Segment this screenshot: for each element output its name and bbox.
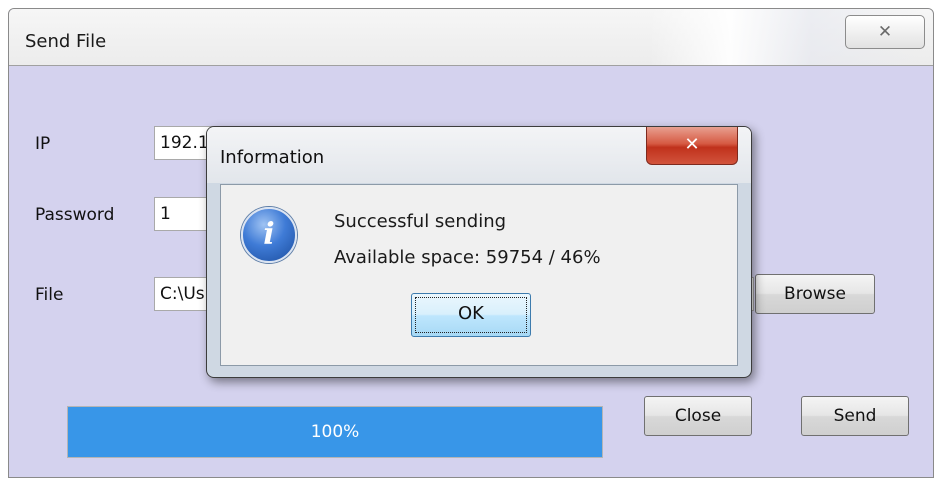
dialog-title: Information (220, 147, 325, 168)
window-title: Send File (25, 31, 107, 52)
dialog-title-bar[interactable]: Information ✕ (207, 127, 751, 183)
progress-bar: 100% (67, 406, 603, 458)
ok-focus-ring (415, 297, 527, 333)
password-label: Password (35, 205, 115, 225)
window-close-button[interactable]: ✕ (845, 15, 925, 49)
dialog-message-line2: Available space: 59754 / 46% (334, 247, 601, 268)
dialog-message-line1: Successful sending (334, 211, 507, 232)
information-dialog: Information ✕ i Successful sending Avail… (206, 126, 752, 378)
file-label: File (35, 285, 64, 305)
dialog-close-button[interactable]: ✕ (646, 127, 738, 165)
dialog-body: i Successful sending Available space: 59… (220, 184, 738, 366)
browse-button[interactable]: Browse (755, 274, 875, 314)
ip-label: IP (35, 134, 51, 154)
progress-text: 100% (310, 422, 360, 442)
close-button[interactable]: Close (644, 396, 752, 436)
title-bar[interactable]: Send File ✕ (9, 9, 933, 66)
info-icon: i (241, 207, 297, 263)
ok-button[interactable]: OK (411, 293, 531, 337)
send-button[interactable]: Send (801, 396, 909, 436)
